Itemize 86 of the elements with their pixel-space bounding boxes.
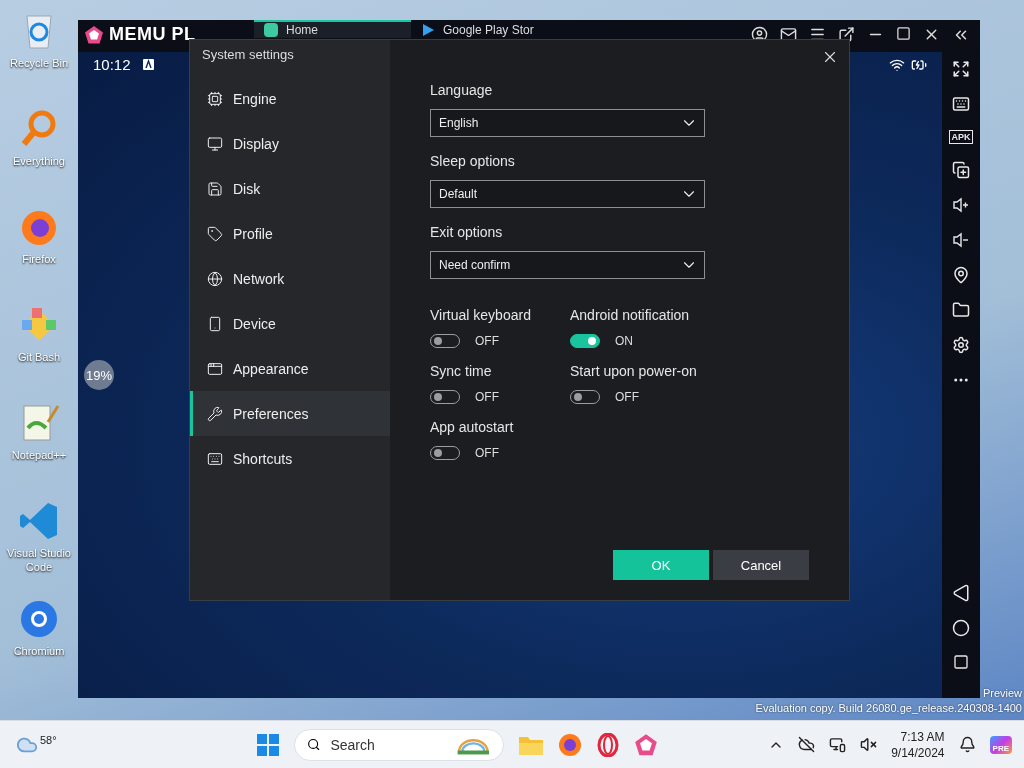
nav-item[interactable]: Disk [190,166,390,211]
home-icon[interactable] [952,619,970,637]
emulator-tab[interactable]: Google Play Stor [411,20,568,38]
monitor-icon [207,135,223,152]
volume-up-icon[interactable] [952,196,970,214]
nav-item[interactable]: Appearance [190,346,390,391]
nav-item[interactable]: Engine [190,76,390,121]
chip-icon [207,90,223,107]
cancel-button[interactable]: Cancel [713,550,809,580]
folder-icon[interactable] [952,301,970,319]
dropdown[interactable]: Need confirm [430,251,705,279]
nav-item[interactable]: Device [190,301,390,346]
toggle-label: Start upon power-on [570,362,698,381]
field-label: Language [430,81,494,100]
nav-item[interactable]: Preferences [190,391,390,436]
nav-item[interactable]: Display [190,121,390,166]
settings-icon[interactable] [952,336,970,354]
window-icon [207,360,223,377]
nav-item[interactable]: Shortcuts [190,436,390,481]
keyboard-icon [207,450,223,467]
tab-label: Home [286,23,318,37]
nav-label: Display [233,135,279,152]
cloud-off-icon[interactable] [798,736,816,753]
device-icon [207,315,223,332]
fullscreen-icon[interactable] [952,60,970,78]
search-icon [307,736,321,753]
nav-label: Profile [233,225,273,242]
toggle-state: OFF [615,390,639,404]
nav-label: Shortcuts [233,450,293,467]
nav-label: Disk [233,180,261,197]
nav-item[interactable]: Network [190,256,390,301]
toggle-state: OFF [475,390,499,404]
search-bar[interactable]: Search [294,728,504,761]
popout-icon[interactable] [838,26,855,43]
notification-icon [142,59,154,70]
back-icon[interactable] [952,584,970,602]
copilot-badge[interactable]: PRE [989,735,1012,754]
dropdown[interactable]: English [430,109,705,137]
toggle-label: App autostart [430,418,515,437]
display-icon[interactable] [829,736,847,753]
apk-icon[interactable]: APK [949,130,973,144]
nav-item[interactable]: Profile [190,211,390,256]
location-icon[interactable] [952,266,970,284]
play-triangle-icon [421,23,435,37]
field-label: Sleep options [430,152,516,171]
toggle-switch[interactable] [570,334,600,348]
maximize-icon[interactable] [896,26,911,41]
search-input[interactable]: Search [328,735,449,754]
volume-down-icon[interactable] [952,231,970,249]
ribbon-icon [18,500,60,542]
multi-window-icon[interactable] [952,161,970,179]
toggle-label: Sync time [430,362,493,381]
weather-temp: 58° [40,733,57,746]
watermark-text: Evaluation copy. Build 26080.ge_release.240308-1400 [755,701,1022,716]
ring-icon [18,598,60,640]
nav-label: Device [233,315,276,332]
globe-icon [207,270,223,287]
keyboard-icon[interactable] [952,95,970,113]
dropdown[interactable]: Default [430,180,705,208]
emulator-tab[interactable]: Home [254,20,411,38]
pentagon-logo-icon [84,24,104,45]
loading-indicator: 19% [84,360,114,390]
ring-o-icon[interactable] [596,732,620,757]
nav-label: Engine [233,90,277,107]
logo-text: MEMU PL [109,24,196,45]
field-label: Exit options [430,223,504,242]
volume-mute-icon[interactable] [860,736,878,753]
toggle-state: OFF [475,446,499,460]
bell-icon[interactable] [958,736,976,753]
status-time: 10:12 [93,56,131,73]
start-icon[interactable] [256,732,280,757]
pentagon-logo-icon[interactable] [634,732,658,757]
clock[interactable]: 7:13 AM 9/14/2024 [891,728,945,761]
toggle-label: Virtual keyboard [430,306,532,325]
nav-label: Network [233,270,285,287]
recents-icon[interactable] [953,654,969,670]
tab-label: Google Play Stor [443,23,534,37]
nav-label: Preferences [233,405,309,422]
nav-label: Appearance [233,360,309,377]
tag-icon [207,225,223,242]
dialog-title: System settings [201,46,295,64]
toggle-state: OFF [475,334,499,348]
toggle-label: Android notification [570,306,691,325]
toggle-state: ON [615,334,633,348]
wrench-icon [207,405,223,422]
watermark-text: Preview [982,686,1022,701]
